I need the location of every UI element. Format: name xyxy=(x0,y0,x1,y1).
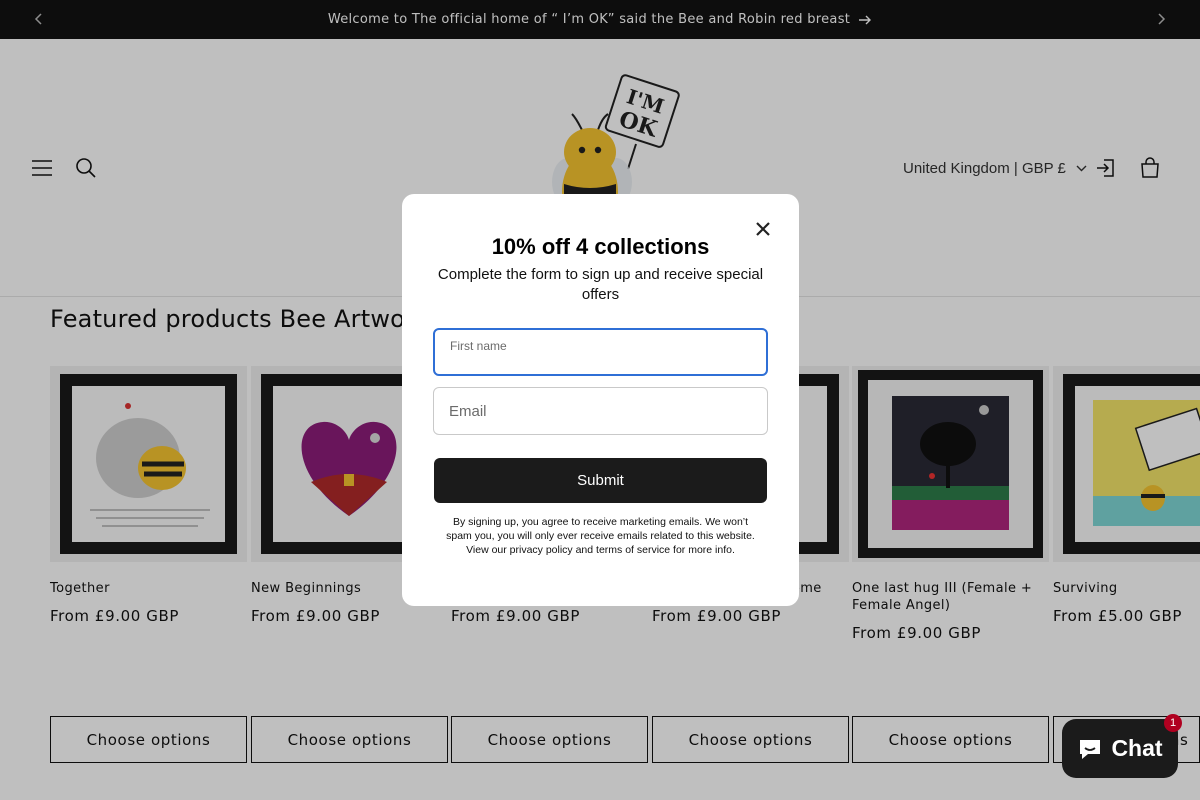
chat-icon xyxy=(1077,737,1103,761)
submit-button[interactable]: Submit xyxy=(434,458,767,503)
newsletter-popup: 10% off 4 collections Complete the form … xyxy=(402,194,799,606)
chat-button[interactable]: Chat xyxy=(1062,719,1178,778)
chat-badge: 1 xyxy=(1164,714,1182,732)
popup-subtitle: Complete the form to sign up and receive… xyxy=(437,266,764,303)
popup-legal-text: By signing up, you agree to receive mark… xyxy=(446,516,755,556)
first-name-field[interactable]: First name xyxy=(433,328,768,376)
first-name-label: First name xyxy=(450,339,507,353)
email-placeholder: Email xyxy=(449,403,487,420)
popup-title: 10% off 4 collections xyxy=(491,234,710,259)
chat-label: Chat xyxy=(1111,735,1163,761)
email-field[interactable]: Email xyxy=(433,387,768,435)
